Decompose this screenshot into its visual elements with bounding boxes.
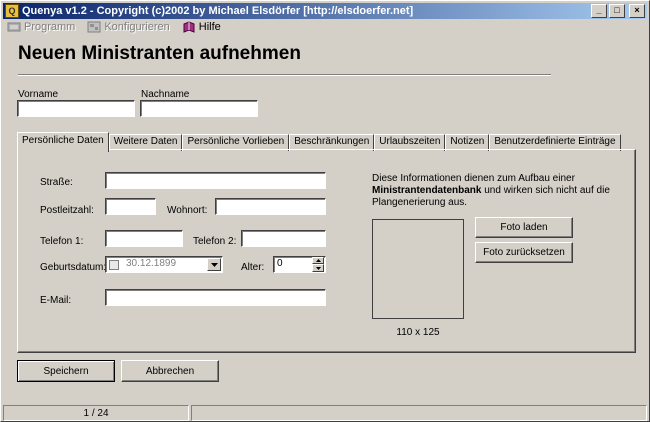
- alter-label: Alter:: [241, 262, 265, 273]
- alter-spin-up[interactable]: [312, 257, 324, 264]
- close-button[interactable]: ×: [629, 4, 645, 18]
- photo-size-caption: 110 x 125: [396, 327, 440, 338]
- photo-frame: [372, 219, 464, 319]
- email-label: E-Mail:: [40, 295, 72, 306]
- vorname-label: Vorname: [18, 89, 59, 100]
- tab-persoenliche-daten[interactable]: Persönliche Daten: [17, 132, 109, 152]
- window-controls: _ □ ×: [591, 4, 645, 18]
- geburtsdatum-picker[interactable]: 30.12.1899: [105, 256, 223, 273]
- menu-hilfe[interactable]: Hilfe: [182, 21, 221, 33]
- menu-programm[interactable]: Programm: [7, 21, 75, 33]
- alter-value: 0: [277, 258, 283, 269]
- alter-spinner[interactable]: 0: [273, 256, 326, 273]
- menu-konfigurieren-label: Konfigurieren: [104, 21, 170, 33]
- date-dropdown-button[interactable]: [207, 258, 221, 271]
- status-panel: [191, 405, 647, 421]
- strasse-input[interactable]: [105, 172, 326, 189]
- heading-divider: [18, 74, 551, 76]
- strasse-label: Straße:: [40, 177, 73, 188]
- minimize-button[interactable]: _: [591, 4, 607, 18]
- info-text-before: Diese Informationen dienen zum Aufbau ei…: [372, 173, 575, 184]
- status-bar: 1 / 24: [3, 405, 647, 421]
- menu-hilfe-label: Hilfe: [198, 21, 221, 33]
- foto-laden-button[interactable]: Foto laden: [475, 217, 573, 238]
- menu-bar: Programm Konfigurieren Hilfe: [3, 19, 647, 35]
- page-title: Neuen Ministranten aufnehmen: [18, 43, 301, 64]
- wohnort-input[interactable]: [215, 198, 326, 215]
- info-text: Diese Informationen dienen zum Aufbau ei…: [372, 173, 622, 209]
- maximize-button[interactable]: □: [609, 4, 625, 18]
- telefon2-input[interactable]: [241, 230, 326, 247]
- abbrechen-button[interactable]: Abbrechen: [121, 360, 219, 382]
- tab-bar: Persönliche Daten Weitere Daten Persönli…: [17, 132, 621, 152]
- postleitzahl-label: Postleitzahl:: [40, 205, 94, 216]
- email-input[interactable]: [105, 289, 326, 306]
- settings-icon: [87, 21, 101, 33]
- geburtsdatum-value: 30.12.1899: [126, 258, 177, 269]
- wohnort-label: Wohnort:: [167, 205, 208, 216]
- status-record-position: 1 / 24: [3, 405, 189, 421]
- info-text-bold: Ministrantendatenbank: [372, 185, 482, 196]
- telefon1-label: Telefon 1:: [40, 236, 84, 247]
- nachname-label: Nachname: [141, 89, 190, 100]
- telefon1-input[interactable]: [105, 230, 183, 247]
- title-bar[interactable]: Q Quenya v1.2 - Copyright (c)2002 by Mic…: [3, 3, 647, 19]
- speichern-button[interactable]: Speichern: [17, 360, 115, 382]
- window-title: Quenya v1.2 - Copyright (c)2002 by Micha…: [22, 5, 414, 17]
- postleitzahl-input[interactable]: [105, 198, 156, 215]
- nachname-input[interactable]: [140, 100, 258, 117]
- chevron-down-icon: [210, 262, 218, 267]
- foto-zuruecksetzen-button[interactable]: Foto zurücksetzen: [475, 242, 573, 263]
- arrow-down-icon: [315, 266, 321, 270]
- geburtsdatum-label: Geburtsdatum:: [40, 262, 107, 273]
- program-icon: [7, 22, 21, 32]
- menu-konfigurieren[interactable]: Konfigurieren: [87, 21, 170, 33]
- menu-programm-label: Programm: [24, 21, 76, 33]
- app-window: Q Quenya v1.2 - Copyright (c)2002 by Mic…: [0, 0, 650, 422]
- help-book-icon: [183, 21, 195, 33]
- alter-spin-down[interactable]: [312, 264, 324, 272]
- telefon2-label: Telefon 2:: [193, 236, 237, 247]
- geburtsdatum-checkbox[interactable]: [109, 260, 119, 270]
- app-icon: Q: [5, 4, 19, 18]
- vorname-input[interactable]: [17, 100, 135, 117]
- arrow-up-icon: [315, 259, 321, 262]
